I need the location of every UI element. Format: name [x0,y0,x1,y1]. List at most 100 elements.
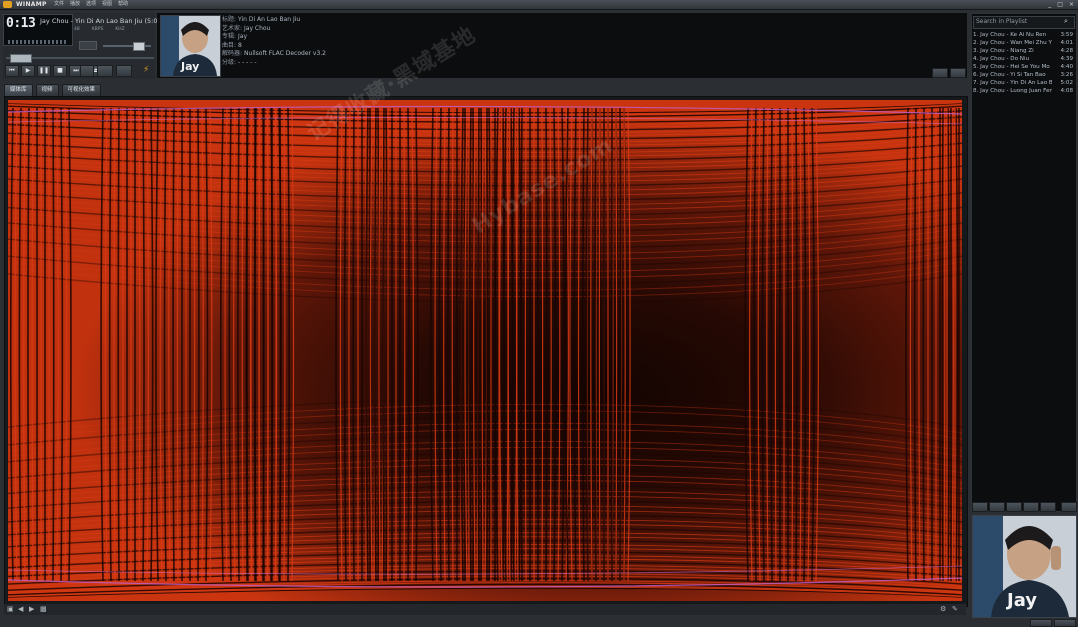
album-art-large-caption: Jay [1005,590,1037,611]
vis-config-icon[interactable]: ⚙ [940,606,946,613]
menu-view[interactable]: 视图 [102,0,112,9]
playlist-item[interactable]: 3. Jay Chou - Niang Zi 4:28 [973,47,1073,55]
winamp-logo-icon [3,1,12,8]
info-prev-button[interactable] [932,68,948,78]
vis-line [615,107,618,582]
menu-options[interactable]: 选项 [86,0,96,9]
codec-info: 48 KBPS KHZ [74,27,125,32]
volume-knob[interactable] [133,42,145,51]
info-row-decoder: 解码器: Nullsoft FLAC Decoder v3.2 [222,50,326,58]
vis-line [176,107,179,582]
vis-line [941,107,944,582]
menu-file[interactable]: 文件 [54,0,64,9]
visualizer-toolbar: ▣ ◀ ▶ ▩ ⚙ ✎ [4,604,966,615]
vis-edit-icon[interactable]: ✎ [952,606,958,613]
vis-line [922,107,925,582]
shuffle-button[interactable] [80,65,94,77]
playlist-buttons [972,502,1077,512]
album-art-small[interactable]: Jay [160,15,221,77]
playlist-item[interactable]: 6. Jay Chou - Yi Si Tan Bao 3:26 [973,71,1073,79]
vis-line [594,107,597,582]
khz-label: KHZ [115,27,125,32]
visualization-image [8,100,962,601]
playlist-search-placeholder: Search in Playlist [976,18,1028,25]
playlist-item[interactable]: 7. Jay Chou - Yin Di An Lao Ban Jiu5:02 [973,79,1073,87]
vis-line [193,107,196,582]
menu-help[interactable]: 帮助 [118,0,128,9]
app-name: WINAMP [16,1,47,8]
vis-line [770,107,773,582]
info-next-button[interactable] [950,68,966,78]
scrolling-song-title: Jay Chou - Yin Di An Lao Ban Jiu (5:02) [40,17,165,25]
info-row-rating[interactable]: 分级: - - - - - [222,59,326,68]
bitrate-label: 48 [74,27,80,32]
playlist-extra-button[interactable] [1061,502,1077,512]
playlist-remove-button[interactable] [989,502,1005,512]
vis-line [117,107,120,582]
album-art-portrait-image: Jay [161,16,220,76]
mini-spectrum[interactable] [8,40,66,44]
playlist-item[interactable]: 2. Jay Chou - Wan Mei Zhu Yi 4:01 [973,39,1073,47]
menu-play[interactable]: 播放 [70,0,80,9]
seek-knob[interactable] [10,54,32,63]
vis-line [524,107,527,582]
vis-line [262,107,265,582]
album-art-small-caption: Jay [180,60,199,73]
playlist-manage-button[interactable] [1040,502,1056,512]
status-button-1[interactable] [1030,619,1052,627]
vis-line [619,107,622,582]
equalizer-toggle-button[interactable] [79,41,97,50]
play-icon[interactable]: ▶ [21,65,35,77]
elapsed-time[interactable]: 0:13 [6,16,36,31]
vis-line [774,107,777,582]
vis-line [197,107,200,582]
tab-media-library[interactable]: 媒体库 [4,84,33,96]
search-icon[interactable]: ⌕ [1064,16,1068,27]
album-art-large[interactable]: Jay [972,515,1077,618]
playlist-item[interactable]: 8. Jay Chou - Luong Juan Feng 4:08 [973,87,1073,95]
vis-line [52,107,55,582]
playlist-item[interactable]: 4. Jay Chou - Do Niu 4:39 [973,55,1073,63]
status-button-2[interactable] [1054,619,1076,627]
tab-video[interactable]: 视频 [35,84,59,96]
pause-icon[interactable]: ❚❚ [37,65,51,77]
album-art-large-image: Jay [973,516,1076,617]
vis-line [598,107,601,582]
main-menu: 文件 播放 选项 视图 帮助 [54,0,128,9]
kbps-label: KBPS [91,27,104,32]
vis-prev-icon[interactable]: ◀ [18,606,23,613]
vis-line [172,107,175,582]
window-controls: _ □ × [1048,1,1074,8]
lightning-icon[interactable]: ⚡ [143,65,149,75]
playlist-item[interactable]: 5. Jay Chou - Hei Se You Mo 4:40 [973,63,1073,71]
tab-strip: 媒体库 视频 可视化效果 [4,84,102,96]
maximize-button[interactable]: □ [1057,1,1063,8]
vis-menu-icon[interactable]: ▣ [7,606,14,613]
vis-line [382,107,385,582]
vis-fullscreen-icon[interactable]: ▩ [40,606,47,613]
vis-next-icon[interactable]: ▶ [29,606,34,613]
crossfade-button[interactable] [116,65,132,77]
playlist-items: 1. Jay Chou - Ke Ai Nu Ren 3:59 2. Jay Ch… [973,31,1073,95]
playlist-select-button[interactable] [1006,502,1022,512]
vis-line [279,107,282,582]
minimize-button[interactable]: _ [1048,1,1051,8]
tab-visualization[interactable]: 可视化效果 [61,84,102,96]
vis-line [520,107,523,582]
vis-line [795,107,798,582]
vis-line [791,107,794,582]
visualization-canvas[interactable] [8,100,962,601]
playlist-add-button[interactable] [972,502,988,512]
info-panel-buttons [932,68,966,78]
close-button[interactable]: × [1069,1,1074,8]
repeat-button[interactable] [97,65,113,77]
playlist-item[interactable]: 1. Jay Chou - Ke Ai Nu Ren 3:59 [973,31,1073,39]
prev-icon[interactable]: ⏮ [5,65,19,77]
toggle-buttons [80,65,132,77]
stop-icon[interactable]: ■ [53,65,67,77]
info-row-artist: 艺术家: Jay Chou [222,24,271,32]
info-row-title: 标题: Yin Di An Lao Ban Jiu [222,16,301,23]
playlist-misc-button[interactable] [1023,502,1039,512]
status-buttons [1030,619,1076,627]
track-info: 标题: Yin Di An Lao Ban Jiu 艺术家: Jay Chou 专辑… [222,16,326,68]
